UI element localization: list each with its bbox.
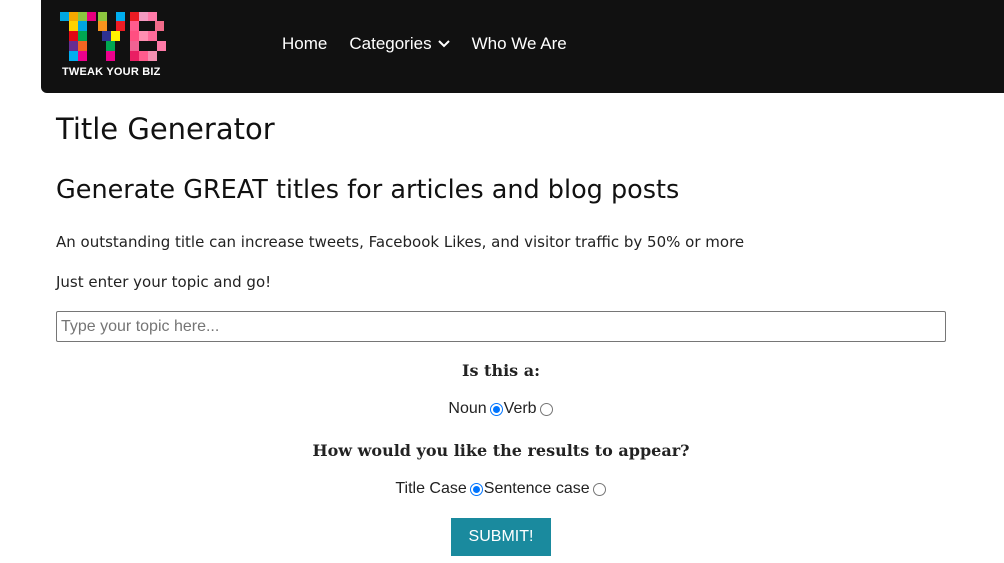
word-type-options: Noun Verb xyxy=(56,400,946,418)
radio-label-title-case: Title Case xyxy=(395,480,467,497)
main-nav: Home Categories Who We Are xyxy=(282,0,589,87)
page-subtitle: Generate GREAT titles for articles and b… xyxy=(56,175,680,205)
radio-label-sentence-case: Sentence case xyxy=(483,480,590,497)
word-type-question: Is this a: xyxy=(461,361,540,380)
nav-item-home[interactable]: Home xyxy=(282,34,327,54)
submit-button[interactable]: SUBMIT! xyxy=(451,518,551,556)
nav-item-label: Who We Are xyxy=(471,33,567,53)
cta-text: Just enter your topic and go! xyxy=(56,273,272,291)
intro-text: An outstanding title can increase tweets… xyxy=(56,233,745,251)
site-logo[interactable]: TWEAK YOUR BIZ xyxy=(60,12,172,82)
nav-item-label: Categories xyxy=(349,33,432,53)
page-title: Title Generator xyxy=(56,112,275,146)
case-question: How would you like the results to appear… xyxy=(312,441,690,460)
radio-label-verb: Verb xyxy=(503,400,537,417)
radio-verb[interactable] xyxy=(539,402,553,416)
nav-item-label: Home xyxy=(282,33,328,53)
nav-item-categories[interactable]: Categories xyxy=(349,33,450,54)
radio-title-case[interactable] xyxy=(469,482,483,496)
logo-wordmark: TWEAK YOUR BIZ xyxy=(62,66,161,78)
tyb-logo-icon xyxy=(60,12,166,61)
topic-input[interactable] xyxy=(56,311,946,342)
nav-item-who-we-are[interactable]: Who We Are xyxy=(472,34,567,54)
radio-noun[interactable] xyxy=(489,402,503,416)
radio-label-noun: Noun xyxy=(448,400,487,417)
case-options: Title Case Sentence case xyxy=(56,480,946,498)
radio-sentence-case[interactable] xyxy=(592,482,606,496)
chevron-down-icon xyxy=(437,39,450,47)
site-header: TWEAK YOUR BIZ Home Categories Who We Ar… xyxy=(41,0,1004,93)
